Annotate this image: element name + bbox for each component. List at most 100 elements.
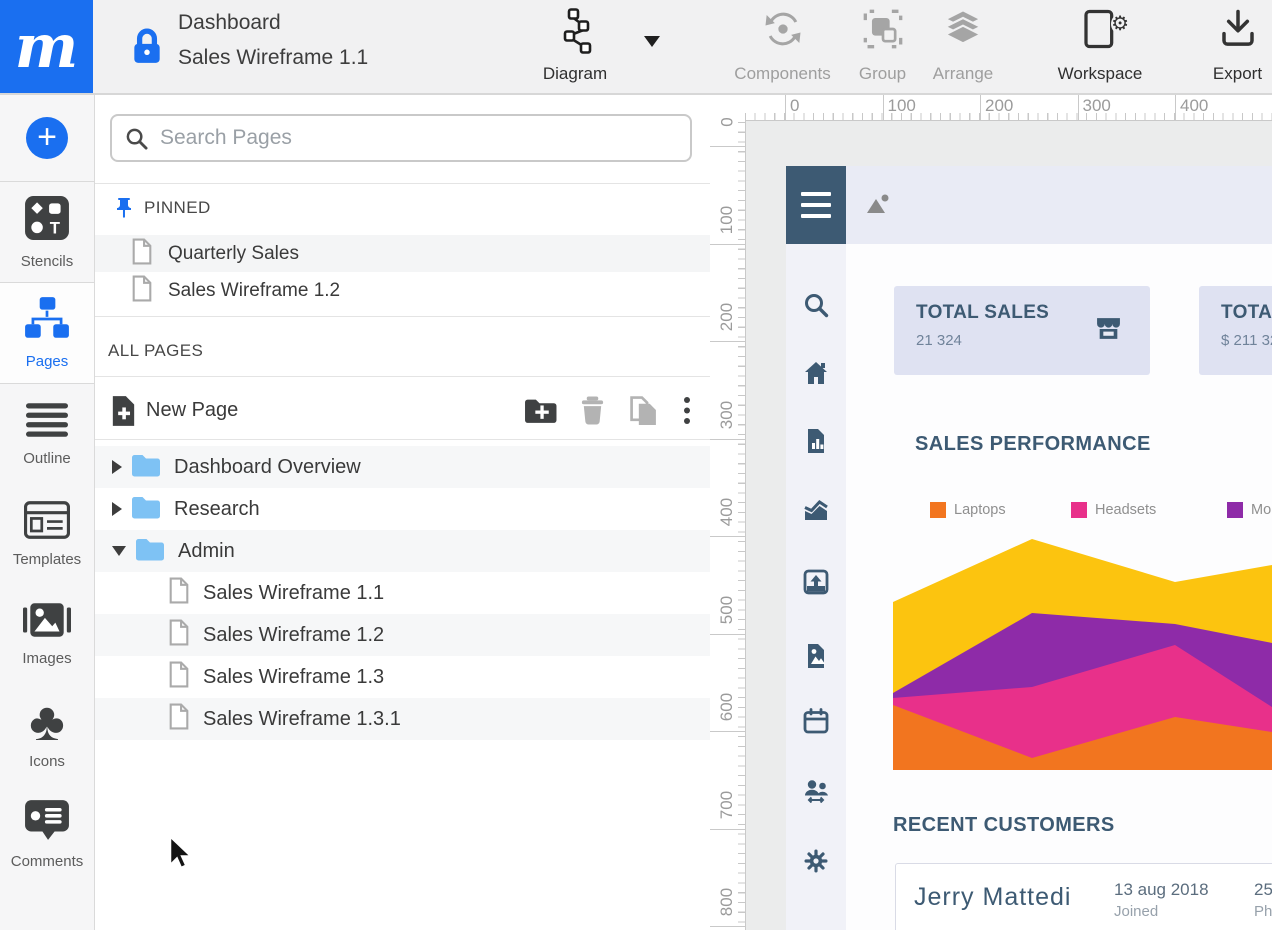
wf-topbar[interactable] xyxy=(846,166,1272,244)
page-tree: Dashboard OverviewResearchAdminSales Wir… xyxy=(95,446,710,740)
folder-icon xyxy=(122,494,161,524)
sidebar-item-templates[interactable]: Templates xyxy=(0,484,94,584)
search-pages-box[interactable] xyxy=(110,114,692,162)
legend-swatch xyxy=(930,502,946,518)
wf-store-icon xyxy=(1095,316,1122,346)
sidebar-item-pages[interactable]: Pages xyxy=(0,282,94,384)
group-icon xyxy=(862,8,904,50)
wf-image-icon[interactable] xyxy=(803,643,829,669)
wf-home-icon[interactable] xyxy=(803,360,829,386)
tree-page-row[interactable]: Sales Wireframe 1.3.1 xyxy=(95,698,710,740)
sidebar-item-icons[interactable]: ♣Icons xyxy=(0,684,94,784)
diagram-dropdown-caret-icon[interactable] xyxy=(644,36,660,47)
components-sync-icon xyxy=(762,8,804,50)
wf-image-placeholder-icon[interactable] xyxy=(866,193,890,215)
sidebar-item-label: Outline xyxy=(23,450,71,467)
caret-right-icon[interactable] xyxy=(112,460,122,474)
wf-stat-card-value: 21 324 xyxy=(916,332,962,349)
page-file-icon xyxy=(131,238,153,270)
wf-sidebar[interactable] xyxy=(786,244,846,930)
caret-right-icon[interactable] xyxy=(112,502,122,516)
v-ruler-major-tick xyxy=(710,341,745,342)
wf-stat-card[interactable]: TOTAL SALES 21 324 xyxy=(894,286,1150,375)
wf-customer-row[interactable]: Jerry Mattedi 13 aug 2018 Joined 251 Pho… xyxy=(895,863,1272,930)
v-ruler-tick-label: 600 xyxy=(710,685,745,729)
caret-down-icon[interactable] xyxy=(112,546,126,556)
arrange-layers-icon xyxy=(941,8,985,50)
tree-item-label: Research xyxy=(174,498,260,521)
group-button[interactable]: Group xyxy=(845,0,920,93)
folder-icon xyxy=(126,536,165,566)
legend-label: Headsets xyxy=(1095,502,1156,518)
wf-customer-phone: 251 Phone xyxy=(1254,880,1272,920)
pinned-page-row[interactable]: Quarterly Sales xyxy=(95,235,710,272)
wf-stat-card-title: TOTAL xyxy=(1221,302,1272,324)
arrange-button[interactable]: Arrange xyxy=(918,0,1008,93)
wf-hamburger-menu[interactable] xyxy=(786,166,846,244)
v-ruler-major-tick xyxy=(710,146,745,147)
workspace-gear-icon: ⚙ xyxy=(1111,14,1129,34)
wf-search-icon[interactable] xyxy=(803,292,829,318)
pinned-page-row[interactable]: Sales Wireframe 1.2 xyxy=(95,272,710,309)
tree-item-label: Sales Wireframe 1.3.1 xyxy=(203,708,401,731)
wf-users-icon[interactable] xyxy=(803,777,829,803)
h-ruler-tick-label: 300 xyxy=(1083,96,1111,116)
wf-customer-joined: 13 aug 2018 Joined xyxy=(1114,880,1209,920)
diagram-button[interactable]: Diagram xyxy=(520,0,630,93)
export-button[interactable]: Export xyxy=(1200,0,1272,93)
wf-stat-card[interactable]: TOTAL$ 211 324 xyxy=(1199,286,1272,375)
diagram-icon xyxy=(552,8,598,56)
h-ruler-tick-label: 400 xyxy=(1180,96,1208,116)
more-options-kebab-icon[interactable] xyxy=(682,396,692,426)
h-ruler-tick-label: 0 xyxy=(790,96,799,116)
wf-legend-item: Monitors xyxy=(1227,502,1272,518)
v-ruler-tick-label: 300 xyxy=(710,393,745,437)
tree-page-row[interactable]: Sales Wireframe 1.2 xyxy=(95,614,710,656)
v-ruler-tick-label: 500 xyxy=(710,588,745,632)
moqups-logo[interactable]: m xyxy=(0,0,93,93)
sidebar-item-comments[interactable]: Comments xyxy=(0,784,94,884)
page-file-icon xyxy=(168,619,190,651)
wf-report-icon[interactable] xyxy=(803,428,829,454)
wf-chart-icon[interactable] xyxy=(803,496,829,522)
legend-swatch xyxy=(1227,502,1243,518)
delete-icon[interactable] xyxy=(579,396,606,426)
wf-calendar-icon[interactable] xyxy=(803,708,829,734)
pinned-section-header: PINNED xyxy=(95,190,710,226)
canvas[interactable]: TOTAL SALES 21 324 TOTAL$ 211 324 SALES PE… xyxy=(746,121,1272,930)
lock-icon[interactable] xyxy=(130,28,164,71)
sidebar-item-label: Templates xyxy=(13,551,81,568)
tree-folder-row[interactable]: Dashboard Overview xyxy=(95,446,710,488)
new-folder-icon[interactable] xyxy=(524,397,557,424)
tree-page-row[interactable]: Sales Wireframe 1.1 xyxy=(95,572,710,614)
duplicate-icon[interactable] xyxy=(628,396,660,426)
tree-page-row[interactable]: Sales Wireframe 1.3 xyxy=(95,656,710,698)
h-ruler-major-tick: 0 xyxy=(785,95,786,120)
workspace-button[interactable]: ⚙ Workspace xyxy=(1040,0,1160,93)
wf-area-chart[interactable] xyxy=(893,525,1272,770)
wf-stat-card-title: TOTAL SALES xyxy=(916,302,1049,324)
wf-sales-performance-title[interactable]: SALES PERFORMANCE xyxy=(915,433,1151,456)
legend-label: Monitors xyxy=(1251,502,1272,518)
new-page-button[interactable]: New Page xyxy=(95,382,710,440)
tree-folder-row[interactable]: Admin xyxy=(95,530,710,572)
page-file-icon xyxy=(168,661,190,693)
sidebar-item-stencils[interactable]: TStencils xyxy=(0,181,94,282)
v-ruler-tick-label: 0 xyxy=(710,100,745,144)
add-button[interactable]: + xyxy=(26,117,68,159)
page-title[interactable]: Sales Wireframe 1.1 xyxy=(178,46,368,70)
tree-folder-row[interactable]: Research xyxy=(95,488,710,530)
project-title[interactable]: Dashboard xyxy=(178,11,281,35)
components-button[interactable]: Components xyxy=(720,0,845,93)
canvas-area[interactable]: 0100200300400 0100200300400500600700800 … xyxy=(710,95,1272,930)
legend-swatch xyxy=(1071,502,1087,518)
wf-recent-customers-title[interactable]: RECENT CUSTOMERS xyxy=(893,814,1115,837)
page-file-icon xyxy=(168,577,190,609)
wf-upload-icon[interactable] xyxy=(803,569,829,595)
sidebar-item-images[interactable]: Images xyxy=(0,584,94,684)
sidebar-item-outline[interactable]: Outline xyxy=(0,384,94,484)
page-file-icon xyxy=(131,275,153,307)
search-pages-input[interactable] xyxy=(158,125,690,151)
wireframe-artboard[interactable]: TOTAL SALES 21 324 TOTAL$ 211 324 SALES PE… xyxy=(786,166,1272,930)
wf-gear-icon[interactable] xyxy=(803,848,829,874)
